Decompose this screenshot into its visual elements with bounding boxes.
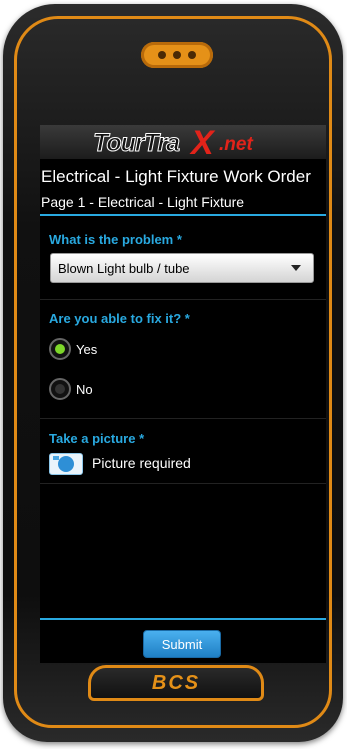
earpiece-speaker (141, 42, 213, 68)
submit-button[interactable]: Submit (143, 630, 221, 658)
brand-logo: BCS (151, 671, 201, 694)
brand-plate: BCS (88, 665, 264, 701)
footer-divider (40, 618, 326, 620)
problem-label: What is the problem * (49, 232, 182, 247)
radio-dot-icon (55, 384, 65, 394)
logo-bar: TourTra X .net (40, 125, 326, 162)
section-separator (40, 483, 326, 484)
form-title: Electrical - Light Fixture Work Order (41, 167, 311, 186)
radio-dot-icon (55, 344, 65, 354)
problem-select[interactable]: Blown Light bulb / tube (50, 253, 314, 283)
phone-body: TourTra X .net Electrical - Light Fixtur… (3, 4, 343, 742)
picture-status: Picture required (92, 455, 191, 471)
section-separator (40, 418, 326, 419)
section-separator (40, 299, 326, 300)
dropdown-arrow-icon (291, 265, 301, 271)
radio-button-no[interactable] (49, 378, 71, 400)
radio-option-yes[interactable]: Yes (49, 338, 97, 360)
header-divider (40, 214, 326, 216)
picture-label: Take a picture * (49, 431, 145, 446)
form-subtitle: Page 1 - Electrical - Light Fixture (41, 194, 245, 210)
radio-option-no[interactable]: No (49, 378, 93, 400)
screen: TourTra X .net Electrical - Light Fixtur… (40, 125, 326, 663)
radio-label-yes: Yes (76, 341, 98, 357)
radio-label-no: No (76, 381, 93, 397)
camera-icon[interactable] (49, 453, 83, 475)
fix-label: Are you able to fix it? * (49, 311, 190, 326)
radio-button-yes[interactable] (49, 338, 71, 360)
tourtrax-logo: TourTra X .net (92, 125, 253, 162)
problem-select-value: Blown Light bulb / tube (58, 260, 190, 276)
